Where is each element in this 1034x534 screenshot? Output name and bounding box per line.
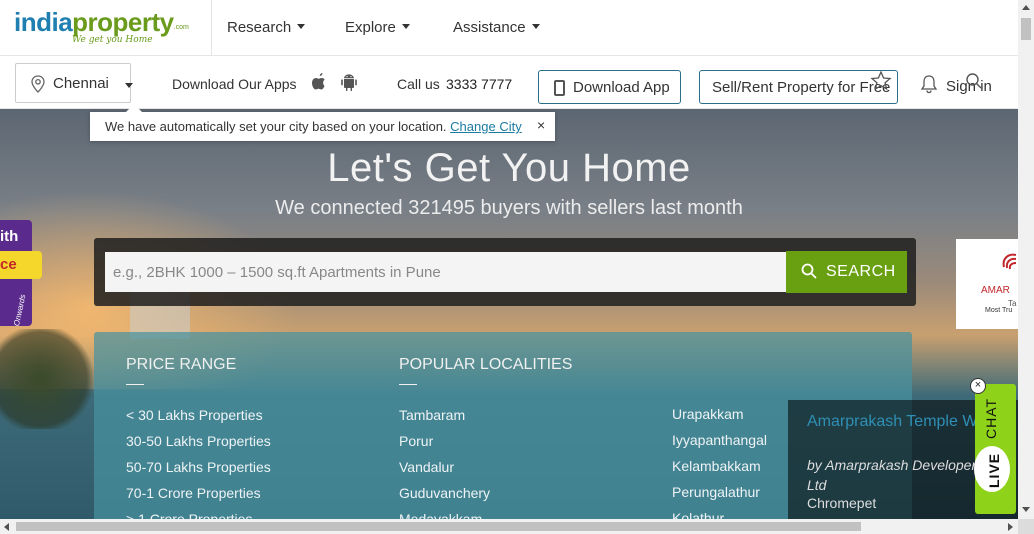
left-ad-highlight-text: ce bbox=[0, 256, 17, 273]
vertical-scrollbar[interactable] bbox=[1018, 0, 1034, 534]
locality-link[interactable]: Guduvanchery bbox=[399, 485, 490, 501]
download-app-button[interactable]: Download App bbox=[538, 70, 681, 104]
locality-link[interactable]: Iyyapanthangal bbox=[672, 432, 767, 448]
chevron-down-icon bbox=[401, 24, 410, 29]
left-ad-text: ith bbox=[0, 228, 19, 245]
notice-text: We have automatically set your city base… bbox=[105, 119, 522, 134]
search-bar: SEARCH bbox=[94, 238, 916, 306]
right-ad-line3: Most Tru bbox=[985, 307, 1013, 314]
sell-rent-button[interactable]: Sell/Rent Property for Free bbox=[699, 70, 898, 104]
close-icon[interactable]: × bbox=[537, 117, 545, 133]
nav-explore[interactable]: Explore bbox=[345, 19, 410, 36]
popular-localities-heading: POPULAR LOCALITIES bbox=[399, 356, 573, 385]
search-button-label: SEARCH bbox=[826, 263, 896, 280]
horizontal-scrollbar[interactable] bbox=[0, 519, 1018, 534]
left-ad-highlight: ce bbox=[0, 251, 42, 279]
scroll-right-icon[interactable] bbox=[1008, 523, 1013, 531]
call-us-label: Call us bbox=[397, 76, 440, 92]
nav-explore-label: Explore bbox=[345, 19, 396, 36]
chevron-down-icon bbox=[297, 24, 306, 29]
chevron-down-icon bbox=[531, 24, 540, 29]
hero-subtitle: We connected 321495 buyers with sellers … bbox=[275, 197, 743, 219]
scrollbar-corner bbox=[1018, 519, 1034, 534]
top-header: indiaproperty.com We get you Home Resear… bbox=[0, 0, 1018, 56]
left-side-ad[interactable]: ith ce Onwards bbox=[0, 220, 42, 327]
live-chat-button[interactable]: CHAT LIVE bbox=[974, 384, 1016, 514]
locality-link[interactable]: Urapakkam bbox=[672, 406, 744, 422]
right-ad-brand: AMAR bbox=[981, 285, 1010, 296]
price-link[interactable]: 50-70 Lakhs Properties bbox=[126, 459, 271, 475]
location-pin-icon bbox=[31, 75, 45, 93]
nav-research-label: Research bbox=[227, 19, 292, 36]
notice-message: We have automatically set your city base… bbox=[105, 119, 451, 134]
search-icon[interactable] bbox=[965, 72, 983, 90]
nav-research[interactable]: Research bbox=[227, 19, 306, 36]
divider bbox=[211, 0, 212, 56]
logo-tagline: We get you Home bbox=[72, 35, 153, 45]
phone-icon bbox=[554, 80, 565, 96]
download-apps-label: Download Our Apps bbox=[172, 76, 297, 92]
logo-part1: india bbox=[14, 7, 73, 37]
left-ad-caption: Onwards bbox=[12, 293, 28, 327]
hero-trees bbox=[0, 329, 100, 429]
nav-assistance-label: Assistance bbox=[453, 19, 526, 36]
city-label: Chennai bbox=[53, 75, 109, 92]
hero-title: Let's Get You Home bbox=[327, 146, 691, 190]
utility-bar: Chennai Download Our Apps Call us 3333 7… bbox=[0, 57, 1018, 109]
live-label: LIVE bbox=[986, 452, 1002, 488]
city-notice-tooltip: We have automatically set your city base… bbox=[90, 104, 555, 141]
chevron-down-icon bbox=[125, 83, 133, 88]
search-icon bbox=[801, 263, 817, 279]
city-selector[interactable]: Chennai bbox=[15, 63, 133, 103]
star-icon[interactable] bbox=[870, 70, 892, 92]
price-link[interactable]: < 30 Lakhs Properties bbox=[126, 407, 263, 423]
amarprakash-logo-icon bbox=[1002, 253, 1017, 270]
close-icon[interactable]: × bbox=[970, 378, 986, 394]
download-app-label: Download App bbox=[573, 79, 670, 96]
locality-link[interactable]: Perungalathur bbox=[672, 484, 760, 500]
android-icon[interactable] bbox=[339, 72, 359, 92]
nav-assistance[interactable]: Assistance bbox=[453, 19, 540, 36]
locality-link[interactable]: Porur bbox=[399, 433, 433, 449]
search-button[interactable]: SEARCH bbox=[786, 251, 907, 293]
change-city-link[interactable]: Change City bbox=[450, 119, 522, 134]
price-link[interactable]: 30-50 Lakhs Properties bbox=[126, 433, 271, 449]
logo-suffix: .com bbox=[173, 24, 189, 31]
bell-icon[interactable] bbox=[918, 73, 940, 95]
chat-label: CHAT bbox=[983, 397, 999, 439]
locality-link[interactable]: Vandalur bbox=[399, 459, 454, 475]
sell-rent-label: Sell/Rent Property for Free bbox=[712, 79, 891, 96]
apple-icon[interactable] bbox=[310, 72, 328, 92]
logo-part2: property bbox=[72, 7, 174, 37]
scroll-down-icon[interactable] bbox=[1022, 507, 1030, 512]
price-link[interactable]: 70-1 Crore Properties bbox=[126, 485, 261, 501]
scroll-up-icon[interactable] bbox=[1022, 5, 1030, 10]
scrollbar-thumb[interactable] bbox=[16, 522, 861, 531]
site-logo[interactable]: indiaproperty.com We get you Home bbox=[14, 8, 204, 48]
locality-link[interactable]: Kelambakkam bbox=[672, 458, 761, 474]
project-location: Chromepet bbox=[807, 495, 877, 511]
scroll-left-icon[interactable] bbox=[4, 523, 9, 531]
right-side-ad[interactable]: AMAR Ta Most Tru bbox=[956, 239, 1018, 329]
search-input[interactable] bbox=[105, 252, 786, 292]
scrollbar-thumb[interactable] bbox=[1021, 18, 1031, 40]
call-number[interactable]: 3333 7777 bbox=[446, 76, 512, 92]
price-range-heading: PRICE RANGE bbox=[126, 356, 237, 385]
locality-link[interactable]: Tambaram bbox=[399, 407, 465, 423]
